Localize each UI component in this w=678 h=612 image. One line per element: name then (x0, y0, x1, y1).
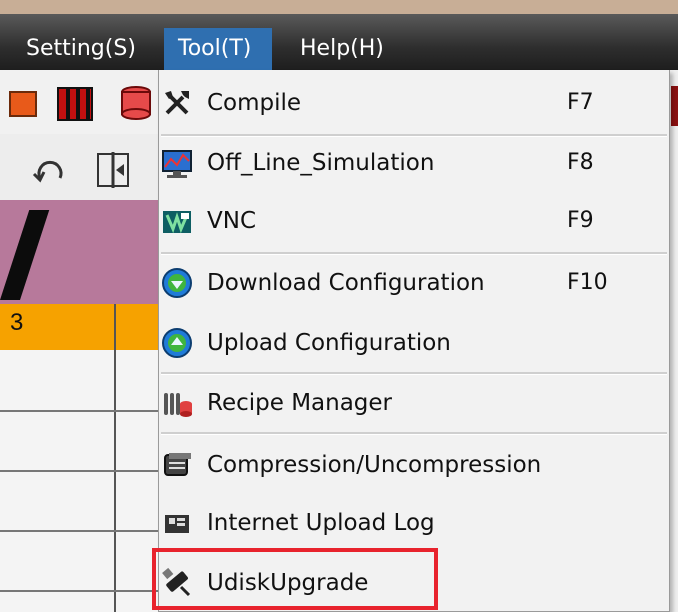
menu-item-recipe-manager[interactable]: Recipe Manager (159, 374, 669, 432)
table-column-divider (114, 304, 116, 612)
recipe-icon (164, 393, 192, 417)
tools-icon (165, 91, 189, 115)
menu-item-label: Compression/Uncompression (207, 452, 542, 478)
table-header (0, 304, 160, 352)
background-right-widget (671, 86, 678, 126)
shortcut-label: F7 (567, 90, 594, 115)
menu-item-vnc[interactable]: VNC F9 (159, 192, 669, 250)
simulation-icon (162, 150, 192, 178)
shortcut-label: F9 (567, 208, 594, 233)
toolbar-shape-icon[interactable] (8, 86, 44, 122)
menu-item-label: Upload Configuration (207, 330, 451, 356)
shortcut-label: F8 (567, 150, 594, 175)
toolbar-bars-icon[interactable] (56, 84, 96, 124)
menu-tool[interactable]: Tool(T) (164, 28, 272, 70)
menu-separator (161, 432, 667, 435)
tool-dropdown-menu: Compile F7 Off_Line_Simulation F8 VNC F9… (158, 70, 670, 612)
upload-icon (162, 328, 192, 358)
menu-item-compile[interactable]: Compile F7 (159, 74, 669, 132)
menu-item-internet-upload-log[interactable]: Internet Upload Log (159, 494, 669, 552)
download-icon (162, 268, 192, 298)
menu-item-upload-configuration[interactable]: Upload Configuration (159, 314, 669, 372)
toolbar-database-icon[interactable] (116, 84, 156, 124)
menu-help[interactable]: Help(H) (286, 28, 398, 70)
highlight-box (152, 548, 438, 610)
menu-item-label: VNC (207, 208, 256, 234)
menu-item-label: Download Configuration (207, 270, 485, 296)
menu-item-label: Compile (207, 90, 302, 116)
background-right-edge (670, 70, 678, 612)
menu-item-label: Recipe Manager (207, 390, 393, 416)
menu-item-label: Off_Line_Simulation (207, 150, 435, 176)
upload-log-icon (165, 515, 189, 533)
menu-item-compression[interactable]: Compression/Uncompression (159, 436, 669, 494)
vnc-icon (163, 211, 191, 234)
menubar: Setting(S) Tool(T) Help(H) (0, 14, 678, 70)
rotate-icon[interactable] (30, 150, 70, 190)
shortcut-label: F10 (567, 270, 608, 295)
table-row-divider (0, 530, 160, 532)
window-top-strip (0, 0, 678, 14)
table-row-divider (0, 470, 160, 472)
menu-setting[interactable]: Setting(S) (12, 28, 150, 70)
compression-icon (164, 453, 191, 476)
menu-item-download-configuration[interactable]: Download Configuration F10 (159, 254, 669, 312)
menu-item-offline-simulation[interactable]: Off_Line_Simulation F8 (159, 134, 669, 192)
flip-icon[interactable] (94, 150, 134, 190)
table-row-divider (0, 410, 160, 412)
table-header-cell: 3 (10, 309, 24, 336)
table-body (0, 350, 160, 612)
table-row-divider (0, 590, 160, 592)
menu-item-label: Internet Upload Log (207, 510, 435, 536)
